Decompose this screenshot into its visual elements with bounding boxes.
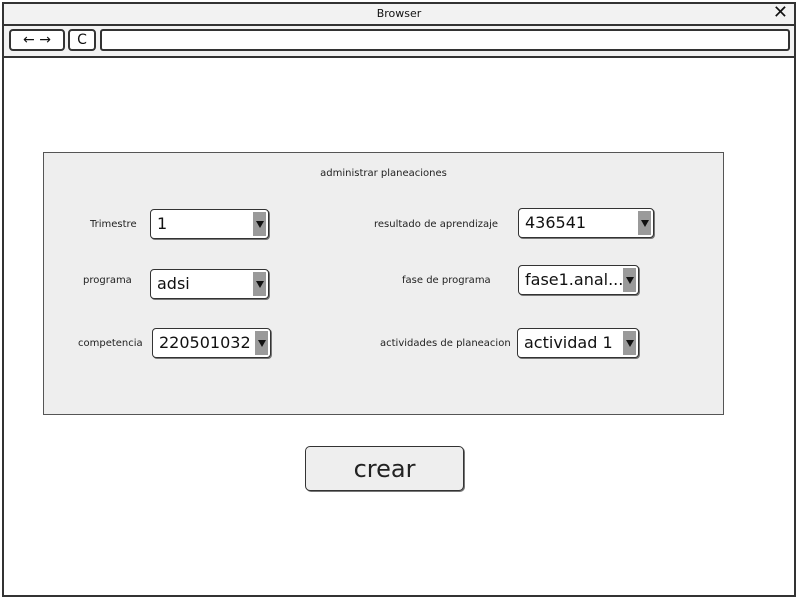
competencia-label: competencia bbox=[78, 338, 143, 349]
dropdown-arrow-icon bbox=[638, 211, 651, 235]
dropdown-arrow-icon bbox=[623, 331, 636, 355]
title-bar: Browser ✕ bbox=[4, 3, 794, 26]
dropdown-arrow-icon bbox=[253, 212, 266, 236]
dropdown-arrow-icon bbox=[623, 268, 636, 292]
close-icon[interactable]: ✕ bbox=[773, 3, 788, 23]
back-forward-icon[interactable]: ← → bbox=[9, 29, 65, 51]
url-bar[interactable] bbox=[100, 29, 790, 51]
programa-dropdown[interactable]: adsi bbox=[150, 269, 269, 299]
resultado-label: resultado de aprendizaje bbox=[374, 219, 499, 230]
browser-toolbar: ← → C bbox=[4, 26, 794, 58]
fase-dropdown[interactable]: fase1.anal... bbox=[518, 265, 639, 295]
resultado-dropdown[interactable]: 436541 bbox=[518, 208, 654, 238]
actividades-dropdown[interactable]: actividad 1 bbox=[517, 328, 639, 358]
window-title: Browser bbox=[376, 7, 422, 20]
dropdown-arrow-icon bbox=[255, 331, 268, 355]
actividades-value: actividad 1 bbox=[524, 333, 613, 352]
competencia-value: 220501032 bbox=[159, 333, 251, 352]
actividades-label: actividades de planeacion bbox=[380, 338, 511, 349]
dropdown-arrow-icon bbox=[253, 272, 266, 296]
refresh-icon[interactable]: C bbox=[68, 29, 96, 51]
page-title: administrar planeaciones bbox=[320, 168, 447, 179]
programa-label: programa bbox=[83, 275, 132, 286]
resultado-value: 436541 bbox=[525, 213, 587, 232]
trimestre-value: 1 bbox=[157, 214, 168, 233]
competencia-dropdown[interactable]: 220501032 bbox=[152, 328, 271, 358]
trimestre-dropdown[interactable]: 1 bbox=[150, 209, 269, 239]
fase-value: fase1.anal... bbox=[525, 270, 624, 289]
trimestre-label: Trimestre bbox=[90, 219, 137, 230]
programa-value: adsi bbox=[157, 274, 190, 293]
fase-label: fase de programa bbox=[402, 275, 491, 286]
crear-button[interactable]: crear bbox=[305, 446, 464, 491]
